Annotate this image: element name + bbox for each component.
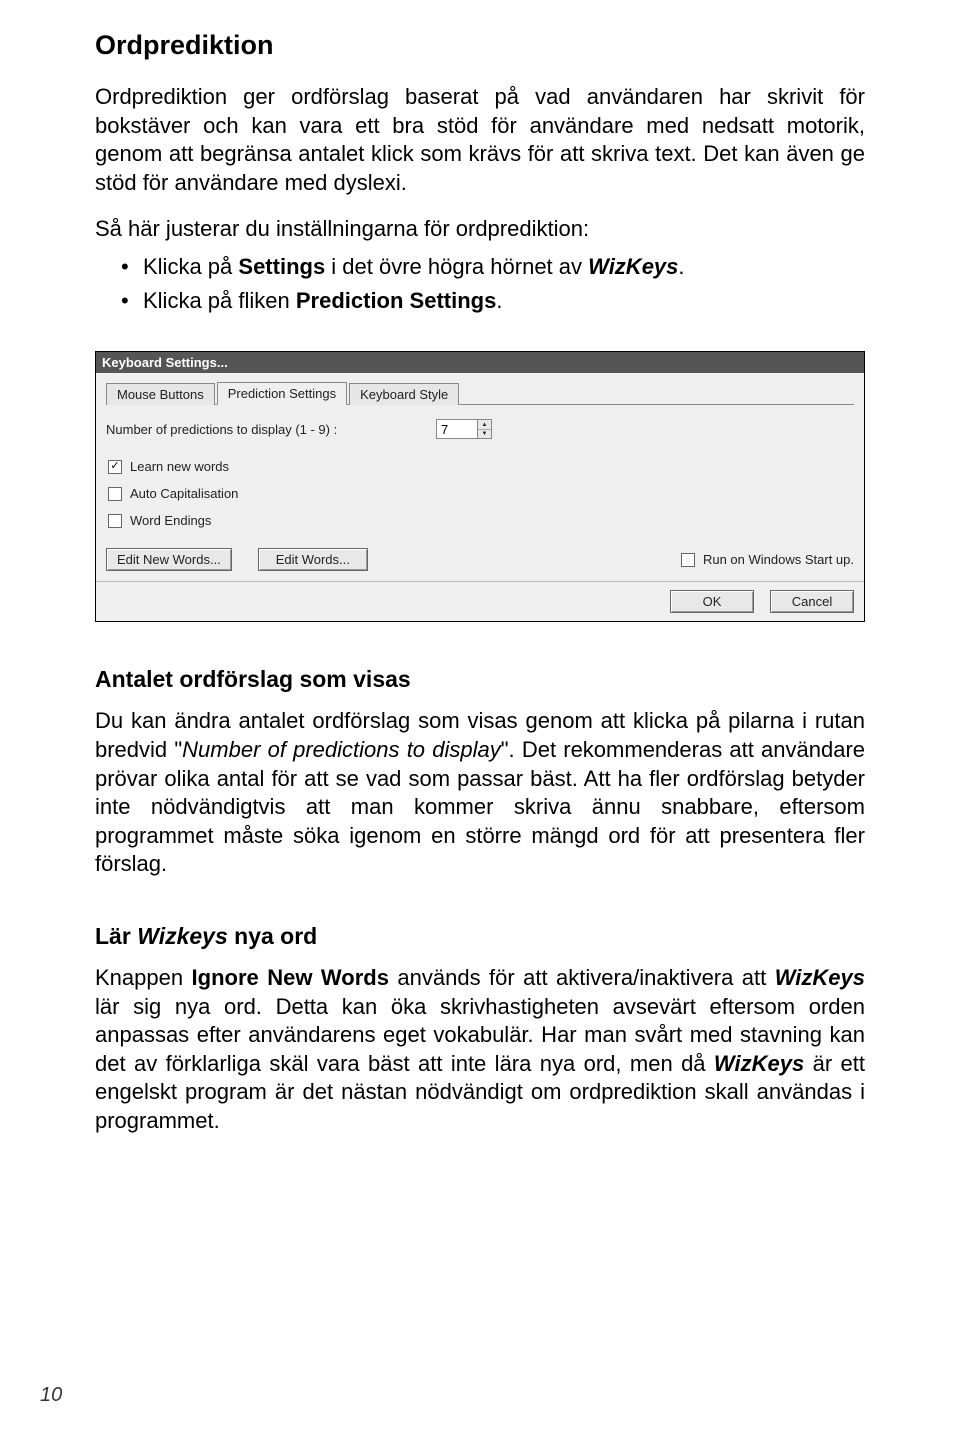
- list-item: Klicka på Settings i det övre högra hörn…: [143, 252, 865, 282]
- antal-paragraph: Du kan ändra antalet ordförslag som visa…: [95, 707, 865, 879]
- auto-capitalisation-checkbox[interactable]: [108, 487, 122, 501]
- list-item: Klicka på fliken Prediction Settings.: [143, 286, 865, 316]
- word-endings-checkbox[interactable]: [108, 514, 122, 528]
- para-text: används för att aktivera/inaktivera att: [389, 965, 775, 990]
- edit-words-button[interactable]: Edit Words...: [258, 548, 368, 571]
- bullet-text: i det övre högra hörnet av: [325, 254, 588, 279]
- para-text: Knappen: [95, 965, 192, 990]
- bullet-text: Klicka på: [143, 254, 238, 279]
- cancel-button[interactable]: Cancel: [770, 590, 854, 613]
- tab-keyboard-style[interactable]: Keyboard Style: [349, 383, 459, 405]
- bullet-bold: Prediction Settings: [296, 288, 496, 313]
- lar-paragraph: Knappen Ignore New Words används för att…: [95, 964, 865, 1136]
- dialog-titlebar: Keyboard Settings...: [96, 352, 864, 373]
- tab-prediction-settings[interactable]: Prediction Settings: [217, 382, 347, 405]
- instructions-lead: Så här justerar du inställningarna för o…: [95, 215, 865, 244]
- run-on-startup-checkbox[interactable]: [681, 553, 695, 567]
- bullet-bold: Settings: [238, 254, 325, 279]
- heading-emphasis: Wizkeys: [137, 923, 228, 949]
- num-predictions-input[interactable]: [436, 419, 478, 439]
- ok-button[interactable]: OK: [670, 590, 754, 613]
- bullet-text: .: [678, 254, 684, 279]
- heading-ordprediktion: Ordprediktion: [95, 30, 865, 61]
- page-number: 10: [40, 1384, 62, 1407]
- heading-antal: Antalet ordförslag som visas: [95, 666, 865, 693]
- spinner-down-icon[interactable]: ▼: [478, 430, 491, 439]
- run-on-startup-label: Run on Windows Start up.: [703, 552, 854, 567]
- num-predictions-spinner[interactable]: ▲ ▼: [436, 419, 492, 439]
- auto-capitalisation-label: Auto Capitalisation: [130, 486, 238, 501]
- bullet-text: .: [496, 288, 502, 313]
- num-predictions-label: Number of predictions to display (1 - 9)…: [106, 422, 436, 437]
- bullet-appname: WizKeys: [588, 254, 678, 279]
- heading-text: Lär: [95, 923, 137, 949]
- instruction-list: Klicka på Settings i det övre högra hörn…: [95, 252, 865, 315]
- heading-text: nya ord: [228, 923, 317, 949]
- para-appname: WizKeys: [775, 965, 865, 990]
- para-emphasis: Number of predictions to display: [182, 737, 501, 762]
- learn-new-words-label: Learn new words: [130, 459, 229, 474]
- intro-paragraph: Ordprediktion ger ordförslag baserat på …: [95, 83, 865, 197]
- para-appname: WizKeys: [714, 1051, 804, 1076]
- edit-new-words-button[interactable]: Edit New Words...: [106, 548, 232, 571]
- settings-dialog: Keyboard Settings... Mouse Buttons Predi…: [95, 351, 865, 622]
- learn-new-words-checkbox[interactable]: [108, 460, 122, 474]
- bullet-text: Klicka på fliken: [143, 288, 296, 313]
- para-bold: Ignore New Words: [192, 965, 389, 990]
- tabs-row: Mouse Buttons Prediction Settings Keyboa…: [106, 381, 854, 405]
- word-endings-label: Word Endings: [130, 513, 211, 528]
- tab-mouse-buttons[interactable]: Mouse Buttons: [106, 383, 215, 405]
- heading-lar-nya-ord: Lär Wizkeys nya ord: [95, 923, 865, 950]
- spinner-up-icon[interactable]: ▲: [478, 420, 491, 430]
